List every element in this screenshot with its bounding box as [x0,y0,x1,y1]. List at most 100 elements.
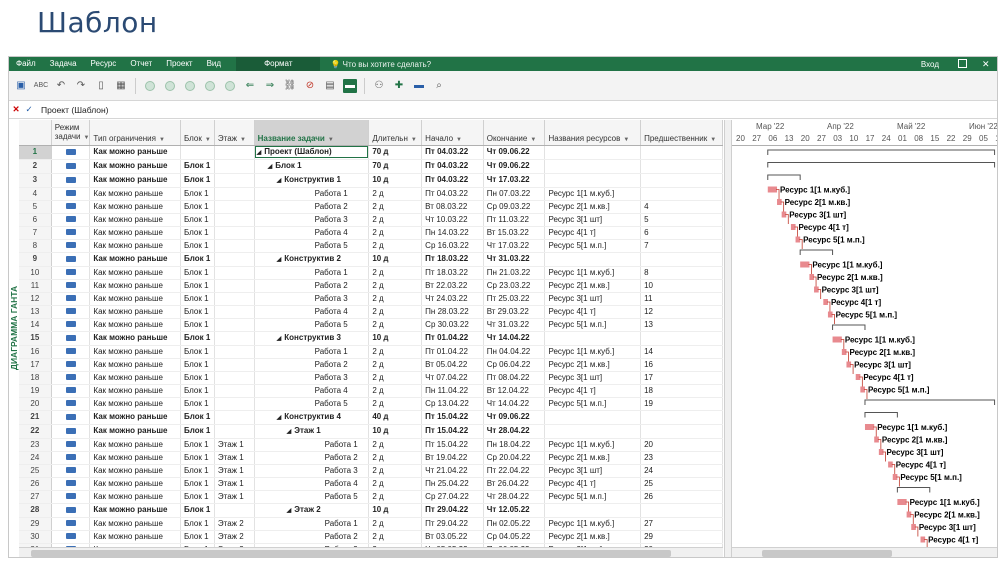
task-name-cell[interactable]: Работа 2 [254,530,370,544]
tell-me-box[interactable]: 💡 Что вы хотите сделать? [330,60,431,69]
duration-cell[interactable]: 2 д [368,292,423,306]
predecessors-cell[interactable]: 6 [640,226,723,240]
finish-cell[interactable]: Ср 20.04.22 [483,451,546,465]
task-bar[interactable] [897,499,907,505]
floor-cell[interactable] [214,424,255,439]
block-cell[interactable]: Блок 1 [180,331,215,346]
resources-cell[interactable]: Ресурс 3[1 шт] [544,213,642,227]
resources-cell[interactable] [544,410,642,425]
constraint-cell[interactable]: Как можно раньше [89,503,182,518]
task-mode-icon[interactable] [51,145,91,160]
task-name-cell[interactable]: ◢ Блок 1 [254,159,370,174]
collapse-icon[interactable]: ◢ [287,429,292,435]
floor-cell[interactable]: Этаж 1 [214,451,255,465]
row-number[interactable]: 29 [19,517,52,531]
resources-cell[interactable]: Ресурс 2[1 м.кв.] [544,200,642,214]
row-number[interactable]: 2 [19,159,52,174]
start-cell[interactable]: Чт 24.03.22 [421,292,484,306]
summary-bar[interactable] [767,174,801,180]
start-cell[interactable]: Вт 22.03.22 [421,279,484,293]
task-mode-icon[interactable] [51,252,91,267]
predecessors-cell[interactable] [640,331,723,346]
row-number[interactable]: 11 [19,279,52,293]
start-cell[interactable]: Ср 16.03.22 [421,239,484,253]
task-name-cell[interactable]: Работа 3 [254,292,370,306]
task-name-cell[interactable]: Работа 1 [254,345,370,359]
start-cell[interactable]: Пт 01.04.22 [421,331,484,346]
collapse-icon[interactable]: ◢ [277,415,282,421]
header-floor[interactable]: Этаж ▼ [214,120,255,146]
task-name-cell[interactable]: Работа 2 [254,358,370,372]
block-cell[interactable]: Блок 1 [180,226,215,240]
summary-bar[interactable] [767,149,996,155]
block-cell[interactable]: Блок 1 [180,252,215,267]
task-name-cell[interactable]: ◢ Этаж 1 [254,424,370,439]
tab-task[interactable]: Задача [43,57,84,71]
floor-cell[interactable] [214,252,255,267]
duration-cell[interactable]: 2 д [368,239,423,253]
finish-cell[interactable]: Вт 29.03.22 [483,305,546,319]
constraint-cell[interactable]: Как можно раньше [89,239,182,253]
redo-icon[interactable]: ↷ [74,79,88,93]
task-row[interactable]: 1 Как можно раньше ◢ Проект (Шаблон) 70 д Пт … [19,145,723,160]
resources-cell[interactable]: Ресурс 1[1 м.куб.] [544,345,642,359]
tab-format[interactable]: Формат [236,57,321,71]
row-number[interactable]: 30 [19,530,52,544]
constraint-cell[interactable]: Как можно раньше [89,371,182,385]
confirm-entry-icon[interactable]: ✓ [23,104,35,115]
collapse-icon[interactable]: ◢ [287,508,292,514]
duration-cell[interactable]: 40 д [368,410,423,425]
task-name-cell[interactable]: Работа 2 [254,451,370,465]
task-row[interactable]: 9 Как можно раньше Блок 1 ◢ Конструктив 2 10 … [19,252,723,267]
task-mode-icon[interactable] [51,226,91,240]
start-cell[interactable]: Ср 13.04.22 [421,397,484,411]
start-cell[interactable]: Пн 14.03.22 [421,226,484,240]
row-number[interactable]: 22 [19,424,52,439]
predecessors-cell[interactable]: 26 [640,490,723,504]
collapse-icon[interactable]: ◢ [277,336,282,342]
predecessors-cell[interactable] [640,424,723,439]
block-cell[interactable]: Блок 1 [180,200,215,214]
predecessors-cell[interactable] [640,159,723,174]
collapse-icon[interactable]: ◢ [268,164,273,170]
task-bar[interactable] [864,424,875,430]
task-mode-icon[interactable] [51,410,91,425]
resources-cell[interactable]: Ресурс 5[1 м.п.] [544,397,642,411]
remove-icon[interactable]: ▬ [412,79,426,93]
floor-cell[interactable]: Этаж 1 [214,490,255,504]
floor-cell[interactable] [214,292,255,306]
task-mode-icon[interactable] [51,517,91,531]
assign-resources-icon[interactable]: ⚇ [372,79,386,93]
predecessors-cell[interactable]: 23 [640,451,723,465]
start-cell[interactable]: Ср 27.04.22 [421,490,484,504]
floor-cell[interactable] [214,279,255,293]
constraint-cell[interactable]: Как можно раньше [89,213,182,227]
task-mode-icon[interactable] [51,292,91,306]
constraint-cell[interactable]: Как можно раньше [89,451,182,465]
predecessors-cell[interactable]: 13 [640,318,723,332]
new-page-icon[interactable]: ▯ [94,79,108,93]
finish-cell[interactable]: Чт 14.04.22 [483,397,546,411]
predecessors-cell[interactable]: 25 [640,477,723,491]
task-mode-icon[interactable] [51,530,91,544]
row-number[interactable]: 27 [19,490,52,504]
chevron-down-icon[interactable]: ▼ [328,137,334,143]
floor-cell[interactable]: Этаж 2 [214,517,255,531]
task-name-cell[interactable]: Работа 1 [254,517,370,531]
duration-cell[interactable]: 2 д [368,345,423,359]
task-row[interactable]: 8 Как можно раньше Блок 1 Работа 5 2 д Ср 16.… [19,239,723,253]
resources-cell[interactable]: Ресурс 2[1 м.кв.] [544,358,642,372]
task-row[interactable]: 11 Как можно раньше Блок 1 Работа 2 2 д Вт 22… [19,279,723,293]
chart-horizontal-scrollbar[interactable] [732,547,997,557]
resources-cell[interactable] [544,503,642,518]
chevron-down-icon[interactable]: ▼ [240,137,246,143]
task-row[interactable]: 4 Как можно раньше Блок 1 Работа 1 2 д Пт 04.… [19,187,723,201]
block-cell[interactable]: Блок 1 [180,384,215,398]
task-name-cell[interactable]: Работа 5 [254,239,370,253]
task-name-cell[interactable]: Работа 4 [254,384,370,398]
constraint-cell[interactable]: Как можно раньше [89,410,182,425]
task-name-cell[interactable]: Работа 4 [254,226,370,240]
predecessors-cell[interactable] [640,252,723,267]
block-cell[interactable]: Блок 1 [180,279,215,293]
predecessors-cell[interactable]: 5 [640,213,723,227]
